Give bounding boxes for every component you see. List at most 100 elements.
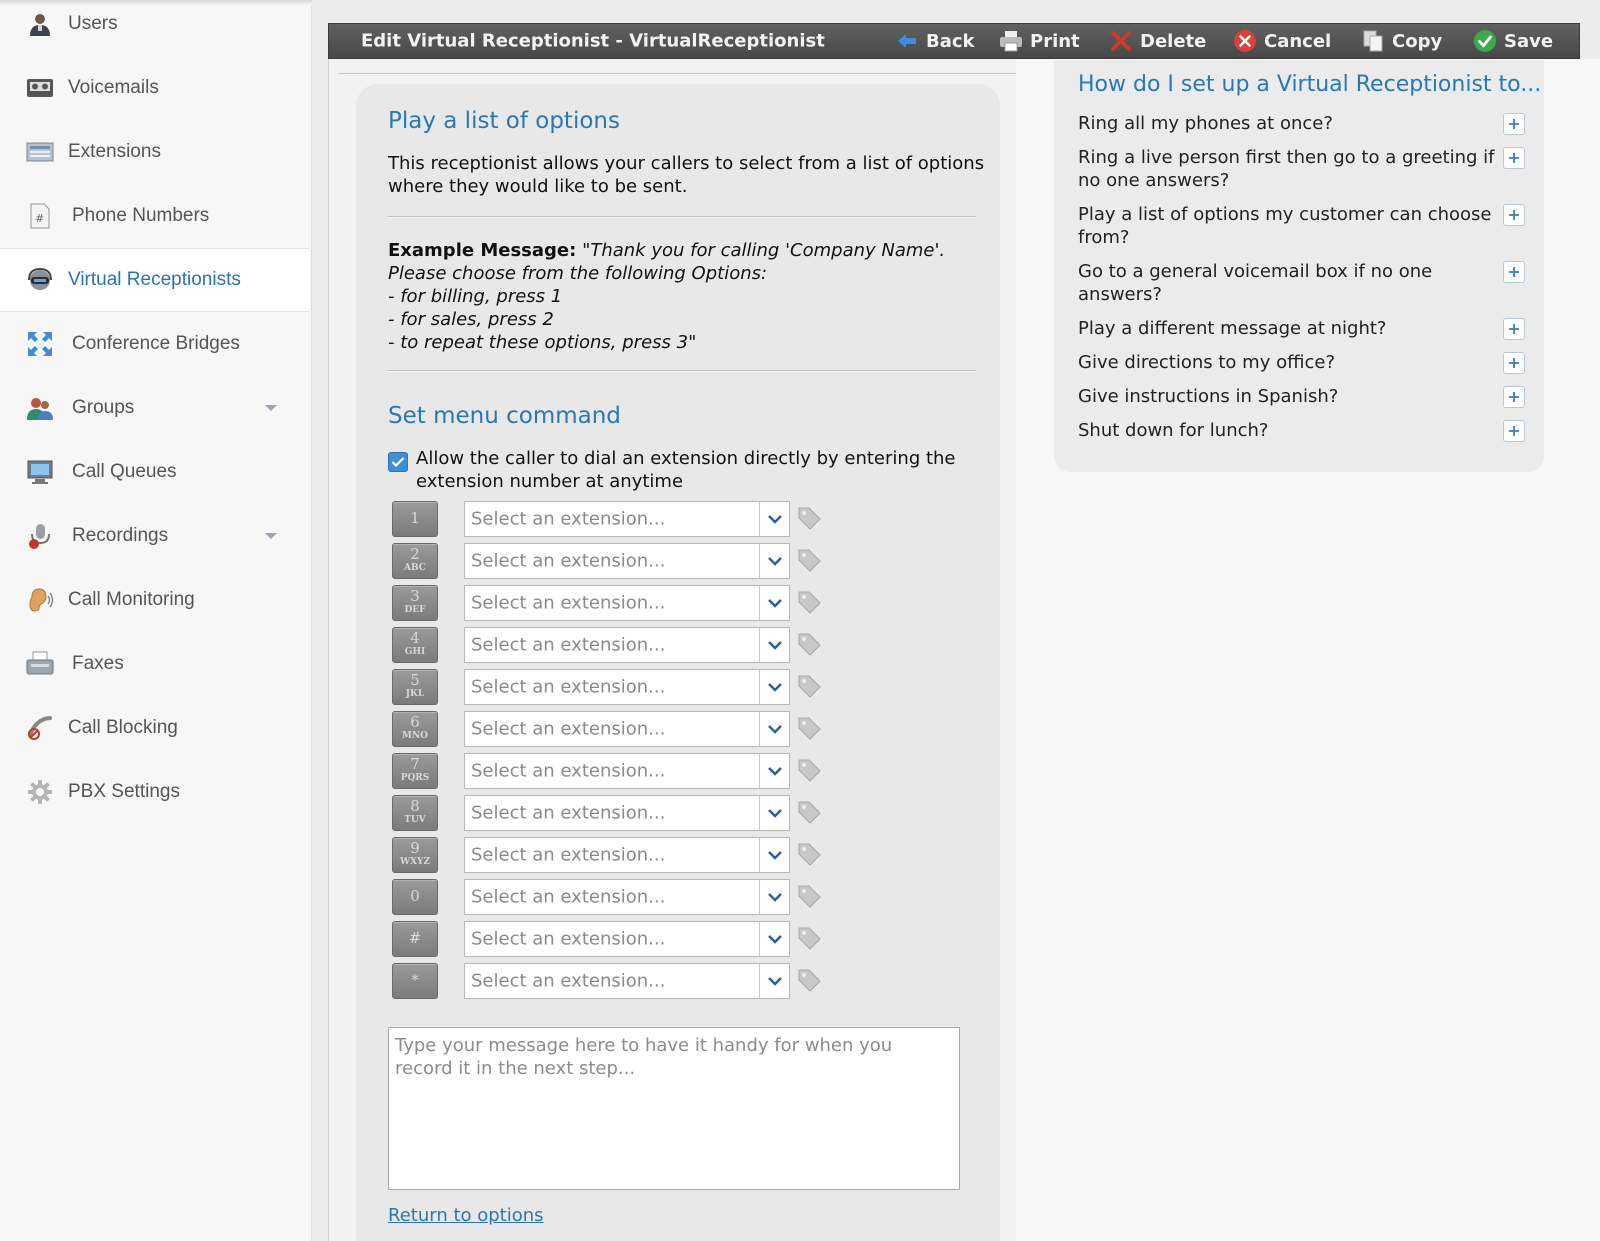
key-1-button[interactable]: 1 bbox=[392, 501, 438, 537]
chevron-down-icon[interactable] bbox=[759, 544, 789, 578]
tag-icon[interactable] bbox=[796, 841, 822, 867]
extension-select[interactable]: Select an extension... bbox=[464, 543, 790, 579]
expand-plus-icon[interactable] bbox=[1503, 352, 1525, 374]
option-row: 6 MNO Select an extension... bbox=[390, 711, 830, 747]
extension-select[interactable]: Select an extension... bbox=[464, 963, 790, 999]
chevron-down-icon[interactable] bbox=[265, 533, 277, 539]
chevron-down-icon[interactable] bbox=[759, 502, 789, 536]
sidebar-item-pbx-settings[interactable]: PBX Settings bbox=[0, 760, 310, 824]
sidebar-item-virtual-receptionists[interactable]: Virtual Receptionists bbox=[0, 248, 310, 312]
help-question[interactable]: Go to a general voicemail box if no one … bbox=[1078, 260, 1498, 306]
select-placeholder: Select an extension... bbox=[471, 886, 666, 908]
key-7-button[interactable]: 7 PQRS bbox=[392, 753, 438, 789]
help-question[interactable]: Ring all my phones at once? bbox=[1078, 112, 1498, 135]
key-8-button[interactable]: 8 TUV bbox=[392, 795, 438, 831]
tag-icon[interactable] bbox=[796, 631, 822, 657]
select-placeholder: Select an extension... bbox=[471, 802, 666, 824]
tag-icon[interactable] bbox=[796, 547, 822, 573]
extension-select[interactable]: Select an extension... bbox=[464, 795, 790, 831]
key-hash-button[interactable]: # bbox=[392, 921, 438, 957]
print-button[interactable]: Print bbox=[999, 24, 1080, 58]
sidebar-item-groups[interactable]: Groups bbox=[0, 376, 310, 440]
copy-button[interactable]: Copy bbox=[1361, 24, 1442, 58]
sidebar-item-users[interactable]: Users bbox=[0, 0, 310, 56]
tag-icon[interactable] bbox=[796, 967, 822, 993]
delete-icon bbox=[1109, 29, 1133, 53]
sidebar-item-phone-numbers[interactable]: # Phone Numbers bbox=[0, 184, 310, 248]
key-6-button[interactable]: 6 MNO bbox=[392, 711, 438, 747]
expand-plus-icon[interactable] bbox=[1503, 113, 1525, 135]
help-question[interactable]: Play a different message at night? bbox=[1078, 317, 1498, 340]
chevron-down-icon[interactable] bbox=[759, 670, 789, 704]
cancel-button[interactable]: Cancel bbox=[1233, 24, 1331, 58]
sidebar-item-conference-bridges[interactable]: Conference Bridges bbox=[0, 312, 310, 376]
return-to-options-link[interactable]: Return to options bbox=[388, 1205, 544, 1226]
key-0-button[interactable]: 0 bbox=[392, 879, 438, 915]
option-row: 2 ABC Select an extension... bbox=[390, 543, 830, 579]
tag-icon[interactable] bbox=[796, 589, 822, 615]
extension-select[interactable]: Select an extension... bbox=[464, 627, 790, 663]
expand-plus-icon[interactable] bbox=[1503, 318, 1525, 340]
extension-select[interactable]: Select an extension... bbox=[464, 669, 790, 705]
extension-select[interactable]: Select an extension... bbox=[464, 753, 790, 789]
sidebar-item-label: Call Queues bbox=[72, 461, 177, 482]
check-icon bbox=[1473, 29, 1497, 53]
chevron-down-icon[interactable] bbox=[759, 964, 789, 998]
help-question[interactable]: Give instructions in Spanish? bbox=[1078, 385, 1498, 408]
help-question[interactable]: Give directions to my office? bbox=[1078, 351, 1498, 374]
chevron-down-icon[interactable] bbox=[759, 712, 789, 746]
sidebar-item-voicemails[interactable]: Voicemails bbox=[0, 56, 310, 120]
sidebar-item-call-monitoring[interactable]: Call Monitoring bbox=[0, 568, 310, 632]
tag-icon[interactable] bbox=[796, 673, 822, 699]
message-textarea[interactable] bbox=[388, 1027, 960, 1190]
chevron-down-icon[interactable] bbox=[759, 922, 789, 956]
help-question[interactable]: Play a list of options my customer can c… bbox=[1078, 203, 1498, 249]
key-5-button[interactable]: 5 JKL bbox=[392, 669, 438, 705]
help-question[interactable]: Ring a live person first then go to a gr… bbox=[1078, 146, 1498, 192]
direct-dial-checkbox[interactable] bbox=[388, 452, 408, 472]
save-button[interactable]: Save bbox=[1473, 24, 1553, 58]
tag-icon[interactable] bbox=[796, 715, 822, 741]
key-star-button[interactable]: * bbox=[392, 963, 438, 999]
key-4-button[interactable]: 4 GHI bbox=[392, 627, 438, 663]
extension-select[interactable]: Select an extension... bbox=[464, 921, 790, 957]
tag-icon[interactable] bbox=[796, 883, 822, 909]
key-number: # bbox=[408, 929, 422, 947]
chevron-down-icon[interactable] bbox=[759, 586, 789, 620]
chevron-down-icon[interactable] bbox=[759, 796, 789, 830]
key-3-button[interactable]: 3 DEF bbox=[392, 585, 438, 621]
extension-select[interactable]: Select an extension... bbox=[464, 879, 790, 915]
chevron-down-icon[interactable] bbox=[759, 880, 789, 914]
expand-plus-icon[interactable] bbox=[1503, 261, 1525, 283]
tag-icon[interactable] bbox=[796, 925, 822, 951]
copy-icon bbox=[1361, 29, 1385, 53]
tag-icon[interactable] bbox=[796, 757, 822, 783]
expand-plus-icon[interactable] bbox=[1503, 147, 1525, 169]
key-2-button[interactable]: 2 ABC bbox=[392, 543, 438, 579]
chevron-down-icon[interactable] bbox=[265, 405, 277, 411]
sidebar-item-extensions[interactable]: Extensions bbox=[0, 120, 310, 184]
delete-button[interactable]: Delete bbox=[1109, 24, 1206, 58]
chevron-down-icon[interactable] bbox=[759, 838, 789, 872]
help-question[interactable]: Shut down for lunch? bbox=[1078, 419, 1498, 442]
option-row: 8 TUV Select an extension... bbox=[390, 795, 830, 831]
tag-icon[interactable] bbox=[796, 505, 822, 531]
expand-plus-icon[interactable] bbox=[1503, 386, 1525, 408]
back-button[interactable]: Back bbox=[895, 24, 975, 58]
sidebar-item-faxes[interactable]: Faxes bbox=[0, 632, 310, 696]
expand-plus-icon[interactable] bbox=[1503, 204, 1525, 226]
extension-select[interactable]: Select an extension... bbox=[464, 711, 790, 747]
chevron-down-icon[interactable] bbox=[759, 754, 789, 788]
select-placeholder: Select an extension... bbox=[471, 718, 666, 740]
tag-icon[interactable] bbox=[796, 799, 822, 825]
expand-plus-icon[interactable] bbox=[1503, 420, 1525, 442]
example-line: - for sales, press 2 bbox=[388, 309, 554, 330]
extension-select[interactable]: Select an extension... bbox=[464, 585, 790, 621]
extension-select[interactable]: Select an extension... bbox=[464, 837, 790, 873]
key-9-button[interactable]: 9 WXYZ bbox=[392, 837, 438, 873]
chevron-down-icon[interactable] bbox=[759, 628, 789, 662]
extension-select[interactable]: Select an extension... bbox=[464, 501, 790, 537]
sidebar-item-recordings[interactable]: Recordings bbox=[0, 504, 310, 568]
sidebar-item-call-blocking[interactable]: Call Blocking bbox=[0, 696, 310, 760]
sidebar-item-call-queues[interactable]: Call Queues bbox=[0, 440, 310, 504]
